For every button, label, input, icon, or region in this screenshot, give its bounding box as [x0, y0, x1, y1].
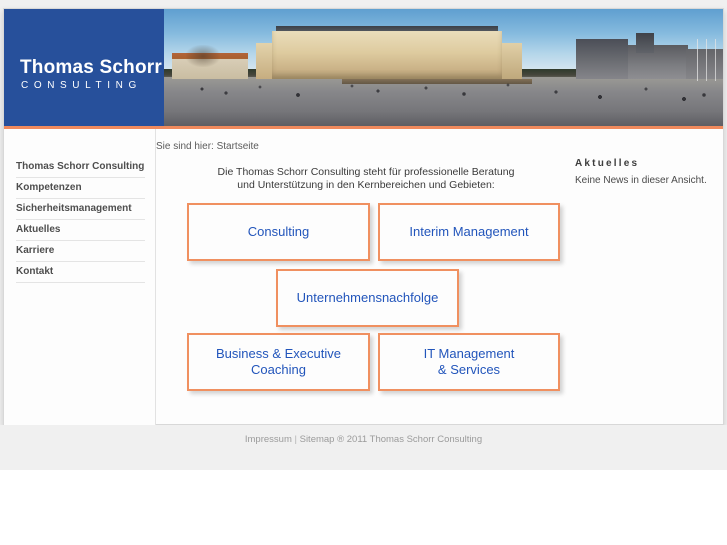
page-bottom-whitespace	[0, 470, 727, 545]
footer-text: Impressum | Sitemap ® 2011 Thomas Schorr…	[0, 434, 727, 445]
sidebar-item-sicherheitsmanagement[interactable]: Sicherheitsmanagement	[16, 199, 145, 220]
sidebar-item-label: Kompetenzen	[16, 182, 82, 193]
sidebar-item-label: Sicherheitsmanagement	[16, 203, 132, 214]
news-heading: Aktuelles	[575, 158, 640, 169]
news-empty-message: Keine News in dieser Ansicht.	[575, 175, 707, 186]
logo-block[interactable]: Thomas Schorr CONSULTING	[4, 9, 164, 126]
sidebar-item-label: Aktuelles	[16, 224, 61, 235]
sidebar-item-kompetenzen[interactable]: Kompetenzen	[16, 178, 145, 199]
service-box-it-management-services[interactable]: IT Management & Services	[378, 333, 560, 391]
footer-copyright: ® 2011 Thomas Schorr Consulting	[334, 434, 483, 445]
sidebar-item-aktuelles[interactable]: Aktuelles	[16, 220, 145, 241]
content-frame: Thomas Schorr CONSULTING Sie sind hier: …	[3, 8, 724, 425]
news-column: Aktuelles Keine News in dieser Ansicht.	[566, 129, 723, 425]
service-box-label-line-2: & Services	[437, 362, 501, 377]
logo-name: Thomas Schorr	[20, 57, 162, 78]
service-box-label-line-1: Business & Executive	[215, 346, 341, 361]
sidebar-item-label: Kontakt	[16, 266, 54, 277]
hero-building-right-1	[576, 39, 628, 79]
sidebar-item-kontakt[interactable]: Kontakt	[16, 262, 145, 283]
service-box-unternehmensnachfolge[interactable]: Unternehmensnachfolge	[276, 269, 459, 327]
intro-line-1: Die Thomas Schorr Consulting steht für p…	[217, 166, 515, 178]
page-shell: Thomas Schorr CONSULTING Sie sind hier: …	[0, 0, 727, 470]
hero-tree	[186, 45, 220, 67]
site-footer: Impressum | Sitemap ® 2011 Thomas Schorr…	[0, 425, 727, 470]
hero-palace-facade	[272, 31, 502, 79]
service-box-label: Interim Management	[409, 224, 529, 239]
logo-subtitle: CONSULTING	[21, 80, 142, 91]
service-box-label: Business & Executive Coaching	[216, 346, 341, 378]
main-content: Die Thomas Schorr Consulting steht für p…	[156, 129, 566, 425]
service-box-grid: Consulting Interim Management Unternehme…	[156, 203, 566, 403]
sidebar-item-label: Thomas Schorr Consulting	[16, 161, 145, 172]
site-header: Thomas Schorr CONSULTING	[4, 9, 723, 126]
sidebar-item-karriere[interactable]: Karriere	[16, 241, 145, 262]
sidebar-item-label: Karriere	[16, 245, 55, 256]
hero-pedestrians	[164, 79, 723, 113]
service-box-label: IT Management & Services	[424, 346, 515, 378]
footer-link-sitemap[interactable]: Sitemap	[300, 434, 335, 445]
service-box-label: Unternehmensnachfolge	[296, 290, 439, 305]
hero-tower	[636, 33, 654, 53]
service-box-interim-management[interactable]: Interim Management	[378, 203, 560, 261]
header-panorama-image	[164, 9, 723, 126]
service-box-business-executive-coaching[interactable]: Business & Executive Coaching	[187, 333, 370, 391]
intro-line-2: und Unterstützung in den Kernbereichen u…	[237, 179, 495, 191]
footer-separator: |	[291, 434, 300, 445]
service-box-label: Consulting	[247, 224, 310, 239]
hero-flagpoles	[694, 39, 722, 81]
intro-paragraph: Die Thomas Schorr Consulting steht für p…	[171, 166, 561, 192]
service-box-consulting[interactable]: Consulting	[187, 203, 370, 261]
sidebar-navigation: Thomas Schorr Consulting Kompetenzen Sic…	[4, 129, 156, 425]
footer-link-impressum[interactable]: Impressum	[245, 434, 292, 445]
sidebar-item-thomas-schorr-consulting[interactable]: Thomas Schorr Consulting	[16, 157, 145, 178]
page-root: Thomas Schorr CONSULTING Sie sind hier: …	[0, 0, 727, 545]
service-box-label-line-1: IT Management	[423, 346, 515, 361]
service-box-label-line-2: Coaching	[251, 362, 306, 377]
